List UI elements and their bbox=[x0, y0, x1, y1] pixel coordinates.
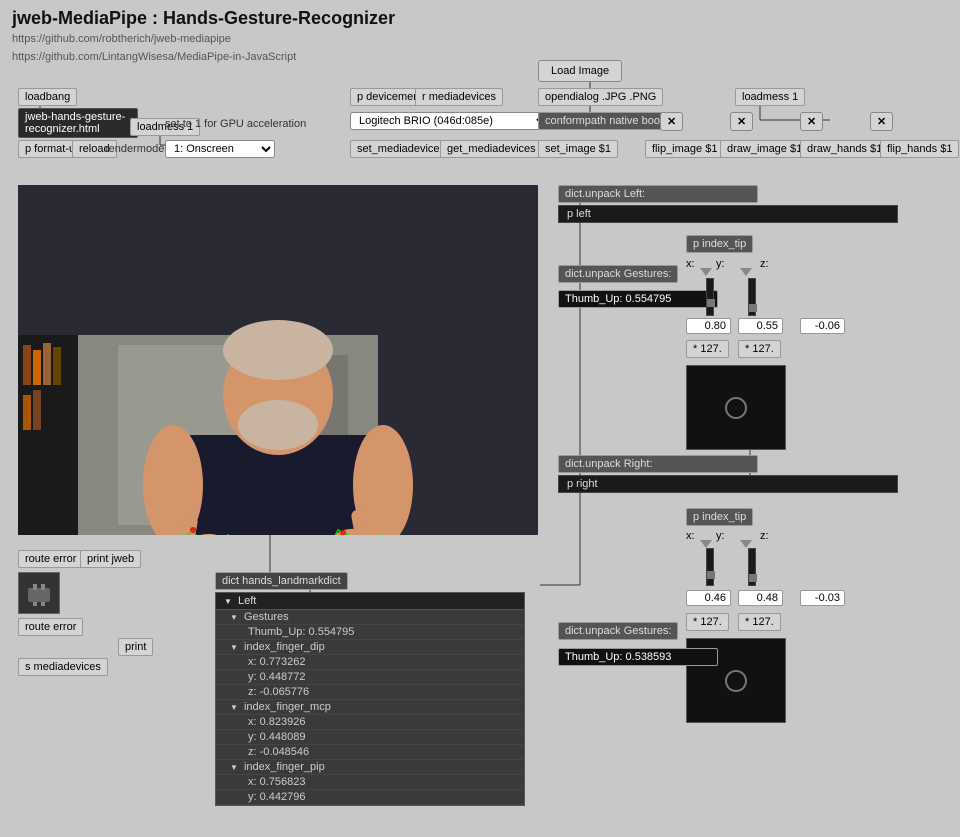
dict-unpack-left[interactable]: dict.unpack Left: bbox=[558, 185, 758, 203]
thumb-up-right[interactable]: Thumb_Up: 0.538593 bbox=[558, 648, 718, 666]
z-value-right[interactable]: -0.03 bbox=[800, 590, 845, 606]
app-title: jweb-MediaPipe : Hands-Gesture-Recognize… bbox=[0, 0, 960, 31]
x-label-right: x: bbox=[686, 530, 695, 542]
x-756-row: x: 0.756823 bbox=[216, 775, 524, 790]
p-index-tip-right[interactable]: p index_tip bbox=[686, 508, 753, 526]
y-label-left: y: bbox=[716, 258, 725, 270]
route-update-mediadevices[interactable]: route error bbox=[18, 618, 83, 636]
rendermode-dropdown[interactable]: 1: Onscreen bbox=[165, 140, 275, 158]
mult-127-right-2[interactable]: * 127. bbox=[738, 613, 781, 631]
dict-unpack-gestures-right[interactable]: dict.unpack Gestures: bbox=[558, 622, 678, 640]
flip-image[interactable]: flip_image $1 bbox=[645, 140, 724, 158]
close-btn-3[interactable]: ✕ bbox=[800, 112, 823, 131]
z-value-left[interactable]: -0.06 bbox=[800, 318, 845, 334]
route-error[interactable]: route error bbox=[18, 550, 83, 568]
thumb-up-left[interactable]: Thumb_Up: 0.554795 bbox=[558, 290, 718, 308]
slider-y-left[interactable] bbox=[748, 278, 756, 316]
y-value-right[interactable]: 0.48 bbox=[738, 590, 783, 606]
draw-hands[interactable]: draw_hands $1 bbox=[800, 140, 889, 158]
x-value-left[interactable]: 0.80 bbox=[686, 318, 731, 334]
draw-image[interactable]: draw_image $1 bbox=[720, 140, 809, 158]
x-773-row: x: 0.773262 bbox=[216, 655, 524, 670]
plugin-icon bbox=[18, 572, 60, 614]
close-btn-2[interactable]: ✕ bbox=[730, 112, 753, 131]
index-mcp-row: index_finger_mcp bbox=[216, 700, 524, 715]
p-left[interactable]: p left bbox=[558, 205, 898, 223]
p-right[interactable]: p right bbox=[558, 475, 898, 493]
mult-127-left-1[interactable]: * 127. bbox=[686, 340, 729, 358]
mult-127-left-2[interactable]: * 127. bbox=[738, 340, 781, 358]
x-823-row: x: 0.823926 bbox=[216, 715, 524, 730]
z-065-row: z: -0.065776 bbox=[216, 685, 524, 700]
app-links: https://github.com/robtherich/jweb-media… bbox=[0, 31, 960, 72]
rendermode-label: rendermode bbox=[105, 143, 164, 155]
device-dropdown[interactable]: Logitech BRIO (046d:085e) bbox=[350, 112, 550, 130]
loadbang-node[interactable]: loadbang bbox=[18, 88, 77, 106]
dict-header-left: Left bbox=[216, 593, 524, 610]
gestures-row: Gestures bbox=[216, 610, 524, 625]
slider-x-right[interactable] bbox=[706, 548, 714, 586]
dict-hands-landmarkdict[interactable]: dict hands_landmarkdict bbox=[215, 572, 348, 590]
y-448-2-row: y: 0.448089 bbox=[216, 730, 524, 745]
x-label-left: x: bbox=[686, 258, 695, 270]
loadmess-right-node[interactable]: loadmess 1 bbox=[735, 88, 805, 106]
p-index-tip-left[interactable]: p index_tip bbox=[686, 235, 753, 253]
y-value-left[interactable]: 0.55 bbox=[738, 318, 783, 334]
jweb-node[interactable]: jweb-hands-gesture-recognizer.html bbox=[18, 108, 138, 138]
opendialog-node[interactable]: opendialog .JPG .PNG bbox=[538, 88, 663, 106]
slider-x-left[interactable] bbox=[706, 278, 714, 316]
dict-unpack-right[interactable]: dict.unpack Right: bbox=[558, 455, 758, 473]
slider-y-right[interactable] bbox=[748, 548, 756, 586]
z-label-right: z: bbox=[760, 530, 769, 542]
r-mediadevices[interactable]: r mediadevices bbox=[415, 88, 503, 106]
dict-data-panel: Left Gestures Thumb_Up: 0.554795 index_f… bbox=[215, 592, 525, 806]
y-448-row: y: 0.448772 bbox=[216, 670, 524, 685]
z-label-left: z: bbox=[760, 258, 769, 270]
z-048-row: z: -0.048546 bbox=[216, 745, 524, 760]
set-image[interactable]: set_image $1 bbox=[538, 140, 618, 158]
flip-hands[interactable]: flip_hands $1 bbox=[880, 140, 959, 158]
index-dip-row: index_finger_dip bbox=[216, 640, 524, 655]
print-jweb[interactable]: print jweb bbox=[80, 550, 141, 568]
output-node-left bbox=[686, 365, 786, 450]
y-442-row: y: 0.442796 bbox=[216, 790, 524, 805]
get-mediadevices[interactable]: get_mediadevices bbox=[440, 140, 543, 158]
index-pip-row: index_finger_pip bbox=[216, 760, 524, 775]
gpu-text: set to 1 for GPU acceleration bbox=[165, 118, 306, 130]
print-node[interactable]: print bbox=[118, 638, 153, 656]
y-label-right: y: bbox=[716, 530, 725, 542]
video-area: HS bbox=[18, 185, 538, 535]
s-mediadevices[interactable]: s mediadevices bbox=[18, 658, 108, 676]
thumb-up-row: Thumb_Up: 0.554795 bbox=[216, 625, 524, 640]
load-image-button[interactable]: Load Image bbox=[538, 60, 622, 82]
dict-unpack-gestures-left[interactable]: dict.unpack Gestures: bbox=[558, 265, 678, 283]
close-btn-4[interactable]: ✕ bbox=[870, 112, 893, 131]
mult-127-right-1[interactable]: * 127. bbox=[686, 613, 729, 631]
x-value-right[interactable]: 0.46 bbox=[686, 590, 731, 606]
close-btn-1[interactable]: ✕ bbox=[660, 112, 683, 131]
conformpath-node[interactable]: conformpath native boot bbox=[538, 112, 670, 130]
